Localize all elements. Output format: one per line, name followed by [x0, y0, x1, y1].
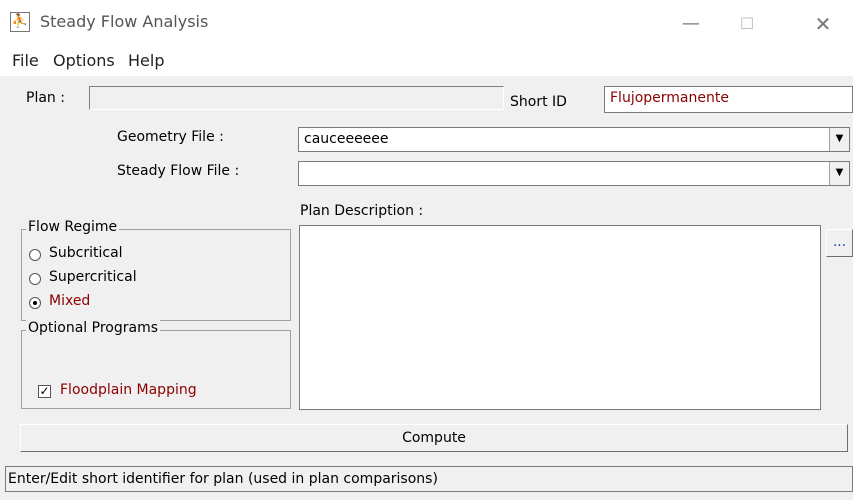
maximize-button[interactable]: ☐ — [724, 4, 770, 44]
mixed-label[interactable]: Mixed — [49, 293, 90, 309]
radio-mixed[interactable] — [29, 297, 41, 309]
geometry-file-label: Geometry File : — [117, 129, 224, 145]
radio-supercritical[interactable] — [29, 273, 41, 285]
floodplain-mapping-label[interactable]: Floodplain Mapping — [60, 382, 197, 398]
plan-label: Plan : — [26, 90, 65, 106]
geometry-file-value: cauceeeeee — [304, 131, 389, 147]
subcritical-label[interactable]: Subcritical — [49, 245, 123, 261]
radio-subcritical[interactable] — [29, 249, 41, 261]
compute-button[interactable]: Compute — [20, 424, 848, 452]
steady-flow-window: ⛹ Steady Flow Analysis — ☐ ✕ File Option… — [0, 0, 853, 500]
geometry-file-select[interactable]: cauceeeeee ▼ — [298, 127, 850, 152]
floodplain-mapping-checkbox[interactable]: ✓ — [38, 385, 51, 398]
short-id-input[interactable]: Flujopermanente — [604, 86, 853, 113]
status-text: Enter/Edit short identifier for plan (us… — [8, 471, 438, 487]
menu-help[interactable]: Help — [128, 51, 164, 70]
chevron-down-icon[interactable]: ▼ — [829, 162, 849, 185]
minimize-button[interactable]: — — [668, 4, 714, 44]
short-id-label: Short ID — [510, 94, 567, 110]
plan-description-label: Plan Description : — [300, 203, 424, 219]
flow-regime-legend: Flow Regime — [26, 219, 120, 235]
steady-flow-file-label: Steady Flow File : — [117, 163, 240, 179]
title-bar: ⛹ Steady Flow Analysis — ☐ ✕ — [0, 0, 853, 48]
status-bar: Enter/Edit short identifier for plan (us… — [5, 466, 853, 492]
plan-field[interactable] — [89, 86, 504, 110]
plan-description-textarea[interactable] — [299, 225, 821, 410]
window-title: Steady Flow Analysis — [40, 12, 209, 31]
description-ellipsis-button[interactable]: ... — [826, 229, 853, 257]
close-button[interactable]: ✕ — [800, 4, 846, 44]
optional-programs-legend: Optional Programs — [26, 320, 161, 336]
short-id-value: Flujopermanente — [610, 90, 729, 106]
menu-bar: File Options Help — [0, 48, 853, 76]
steady-flow-file-select[interactable]: ▼ — [298, 161, 850, 186]
menu-options[interactable]: Options — [53, 51, 115, 70]
chevron-down-icon[interactable]: ▼ — [829, 128, 849, 151]
supercritical-label[interactable]: Supercritical — [49, 269, 137, 285]
app-icon: ⛹ — [10, 12, 30, 32]
menu-file[interactable]: File — [12, 51, 39, 70]
